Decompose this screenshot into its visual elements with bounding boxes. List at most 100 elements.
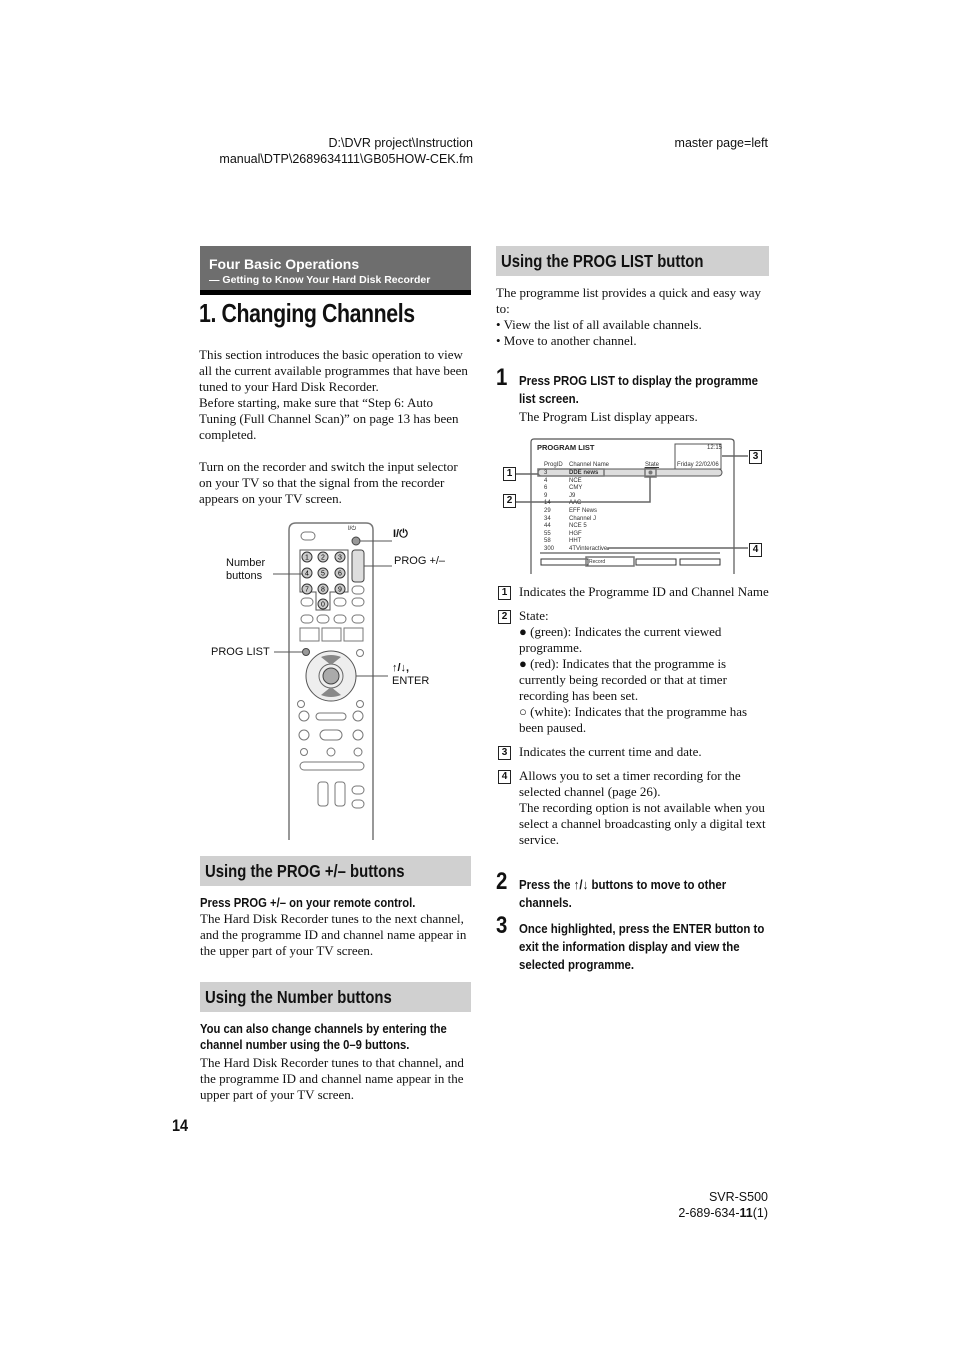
program-row-channel[interactable]: CMY [569,485,582,491]
footer-model-info: SVR-S500 2-689-634-11(1) [600,1189,768,1221]
program-row-channel[interactable]: NCE [569,478,582,484]
step-number: 3 [496,912,508,939]
page-number: 14 [172,1116,189,1135]
code-bold: 11 [739,1206,753,1220]
remote-control-figure: 1 2 3 4 5 6 7 8 9 0 I/⏻ I/⏻ PROG +/– Number butto… [200,520,480,840]
prog-list-button[interactable] [302,648,310,656]
number-button-label: 6 [338,571,342,578]
number-button-label: 2 [321,555,325,562]
number-button-label: 1 [305,555,309,562]
program-row-id[interactable]: 4 [544,478,547,484]
number-button-label: 8 [321,587,325,594]
step-3-title: Once highlighted, press the ENTER button… [519,921,765,972]
section-number-content: You can also change channels by entering… [200,1021,472,1103]
program-list-screen-figure: 1 2 3 4 PROGRAM LIST 12:15 Friday 22/02/… [498,436,770,574]
program-row-id[interactable]: 44 [544,523,551,529]
enter-button[interactable] [322,667,340,685]
program-list-frame [515,438,748,574]
intro-para-2: Before starting, make sure that “Step 6:… [199,395,459,442]
state-green-icon: ● [519,624,527,639]
legend-num: 2 [498,610,511,624]
enter-label: ENTER [392,675,430,687]
program-row-channel[interactable]: HHT [569,538,581,544]
legend-item-1: 1 Indicates the Programme ID and Channel… [498,584,770,600]
program-row-id[interactable]: 6 [544,485,547,491]
prog-list-label: PROG LIST [211,646,270,658]
state-green-text: (green): Indicates the current viewed pr… [519,624,722,655]
col-state: State [645,462,660,468]
program-row-channel[interactable]: NCE 5 [569,523,587,529]
program-row-id[interactable]: 300 [544,546,554,552]
legend-list: 1 Indicates the Programme ID and Channel… [498,584,770,848]
legend-item-3: 3 Indicates the current time and date. [498,744,770,760]
chapter-banner: Four Basic Operations — Getting to Know … [200,246,471,295]
bullet-item: • View the list of all available channel… [496,317,702,332]
program-row-id[interactable]: 34 [544,516,551,522]
code-prefix: 2-689-634- [678,1206,740,1220]
program-row-id[interactable]: 29 [544,508,551,514]
model-number: SVR-S500 [708,1190,768,1204]
banner-title: Four Basic Operations [209,256,360,272]
section-heading-prog-text: Using the PROG +/– buttons [205,861,405,881]
current-date: Friday 22/02/06 [677,462,719,468]
program-row-id[interactable]: 9 [544,493,547,499]
file-path-line1: D:\DVR project\Instruction [328,136,474,150]
number-buttons: 1 2 3 4 5 6 7 8 9 0 [301,551,346,610]
legend-num: 3 [498,746,511,760]
legend-note: The recording option is not available wh… [519,800,766,847]
power-small-label: I/⏻ [348,526,357,532]
step-number: 2 [496,868,508,895]
current-time: 12:15 [707,445,723,451]
number-button-label: 5 [321,571,325,578]
legend-text: Allows you to set a timer recording for … [519,768,741,799]
col-progid: ProgID [544,462,563,468]
intro-para-3: Turn on the recorder and switch the inpu… [199,459,458,506]
page-title: 1. Changing Channels [199,298,415,328]
intro-para-1: This section introduces the basic operat… [199,347,468,394]
power-label: I/⏻ [393,528,408,540]
number-button-label: 3 [338,555,342,562]
section-heading-proglist: Using the PROG LIST button [496,246,769,276]
callout-2: 2 [503,494,516,508]
number-button-label: 0 [321,602,325,609]
program-row-channel[interactable]: 4TVinteractive [569,546,607,552]
program-row-id[interactable]: 14 [544,500,551,506]
program-row-id[interactable]: 58 [544,538,551,544]
step-1-detail: The Program List display appears. [519,409,698,424]
program-row-channel[interactable]: HGF [569,531,582,537]
legend-text: Indicates the current time and date. [519,744,702,759]
proglist-intro: The programme list provides a quick and … [496,285,769,349]
program-row-id[interactable]: 3 [544,470,547,476]
step-number: 1 [496,364,508,391]
section-number-body: The Hard Disk Recorder tunes to that cha… [200,1055,464,1102]
section-prog-lead: Press PROG +/– on your remote control. [200,896,416,910]
program-row-channel[interactable]: AAC [569,500,581,506]
proglist-intro-text: The programme list provides a quick and … [496,285,761,316]
number-button-label: 9 [338,587,342,594]
legend-item-4: 4 Allows you to set a timer recording fo… [498,768,770,848]
program-row-channel[interactable]: Channel J [569,516,596,522]
legend-num: 1 [498,586,511,600]
bullet-item: • Move to another channel. [496,333,637,348]
section-prog-body: The Hard Disk Recorder tunes to the next… [200,911,467,958]
section-heading-number: Using the Number buttons [200,982,471,1012]
callout-1: 1 [503,467,516,481]
state-red-text: (red): Indicates that the programme is c… [519,656,727,703]
program-row-channel[interactable]: DDE news [569,470,598,476]
code-suffix: (1) [752,1206,768,1220]
legend-text: Indicates the Programme ID and Channel N… [519,584,769,599]
program-row-channel[interactable]: J9 [569,493,575,499]
legend-text: State: [519,608,549,623]
prog-plus-minus-label: PROG +/– [394,555,446,567]
program-row-id[interactable]: 55 [544,531,551,537]
state-white-icon: ○ [519,704,527,719]
record-button[interactable]: Record [589,559,605,565]
section-heading-prog: Using the PROG +/– buttons [200,856,471,886]
state-white-text: (white): Indicates that the programme ha… [519,704,748,735]
power-button[interactable] [351,536,361,546]
file-path-line2: manual\DTP\2689634111\GB05HOW-CEK.fm [219,152,473,166]
legend-item-2: 2 State: ● (green): Indicates the curren… [498,608,770,736]
col-channel-name: Channel Name [569,462,610,468]
master-page-label: master page=left [674,136,768,150]
program-row-channel[interactable]: EFF News [569,508,597,514]
